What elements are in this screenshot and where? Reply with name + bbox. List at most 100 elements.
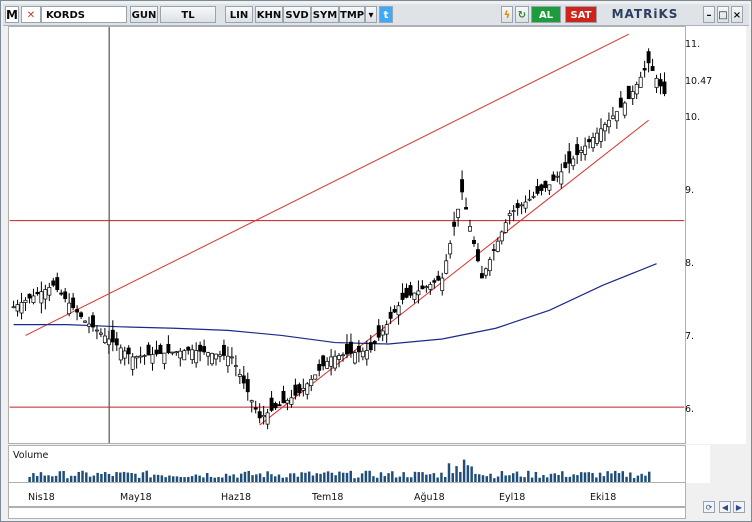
scale-button[interactable]: LIN xyxy=(225,6,253,23)
khn-button[interactable]: KHN xyxy=(255,6,283,23)
candle-body xyxy=(432,280,437,283)
scroll-right-icon[interactable]: ▶ xyxy=(733,501,745,513)
svd-button[interactable]: SVD xyxy=(283,6,311,23)
period-button[interactable]: GUN xyxy=(130,6,158,23)
candle-body xyxy=(102,335,107,343)
candle-body xyxy=(265,412,270,425)
volume-bar xyxy=(568,476,572,482)
close-window-icon[interactable]: × xyxy=(731,6,743,23)
volume-bar xyxy=(88,476,92,482)
candle-body xyxy=(543,180,548,189)
volume-bar xyxy=(134,473,137,482)
candle-body xyxy=(392,308,397,313)
volume-bar xyxy=(375,477,379,482)
volume-bar xyxy=(391,471,394,482)
candle-body xyxy=(345,344,349,355)
refresh-icon[interactable]: ↻ xyxy=(515,6,529,23)
candle-body xyxy=(487,259,492,272)
candle-body xyxy=(225,355,230,367)
volume-bar xyxy=(47,475,50,482)
tmp-button[interactable]: TMP xyxy=(339,6,365,23)
volume-bar xyxy=(485,476,488,482)
x-label-may18: May18 xyxy=(120,492,152,503)
symbol-field[interactable]: KORDS xyxy=(41,6,127,23)
price-chart[interactable] xyxy=(8,26,686,444)
close-symbol-icon[interactable]: ✕ xyxy=(21,6,41,23)
candle-body xyxy=(301,387,306,391)
volume-bar xyxy=(296,476,300,482)
volume-bar xyxy=(349,470,352,482)
volume-bar xyxy=(632,478,636,482)
candle-body xyxy=(499,231,504,242)
candle-body xyxy=(130,356,135,370)
volume-bar xyxy=(100,473,103,482)
candle-body xyxy=(122,350,127,359)
candle-body xyxy=(638,76,643,88)
channel-lower xyxy=(259,119,649,426)
flash-icon[interactable]: ϟ xyxy=(501,6,513,23)
candle-body xyxy=(75,309,80,313)
auto-scroll-icon[interactable]: ⟳ xyxy=(703,501,715,513)
volume-bar xyxy=(126,472,130,482)
volume-bar xyxy=(171,476,175,482)
candle-body xyxy=(281,390,286,404)
candle-body xyxy=(253,407,258,410)
volume-bar xyxy=(194,474,198,482)
candle-body xyxy=(218,354,222,357)
volume-bar xyxy=(417,472,420,482)
maximize-icon[interactable]: □ xyxy=(717,6,729,23)
candle-body xyxy=(273,403,278,409)
volume-bar xyxy=(387,473,390,482)
candle-body xyxy=(515,203,520,209)
volume-bar xyxy=(73,475,77,482)
volume-bar xyxy=(311,475,315,482)
candle-body xyxy=(483,268,488,276)
brand-label: MATRiKS xyxy=(611,7,679,21)
candle-body xyxy=(519,204,524,207)
candle-body xyxy=(206,352,211,357)
volume-bar xyxy=(602,476,606,482)
toolbar: M ✕ KORDS GUN TL LIN KHN SVD SYM TMP ▾ t… xyxy=(3,4,749,26)
candle-body xyxy=(575,144,580,156)
candle-body xyxy=(349,341,353,354)
volume-bar xyxy=(421,472,424,482)
y-tick-6: 6. xyxy=(685,404,695,415)
horizontal-scrollbar[interactable] xyxy=(8,507,686,519)
volume-bar xyxy=(440,472,443,482)
minimize-icon[interactable]: – xyxy=(703,6,715,23)
volume-bar xyxy=(243,471,247,482)
scroll-left-icon[interactable]: ◀ xyxy=(719,501,731,513)
candle-body xyxy=(198,344,203,352)
buy-button[interactable]: AL xyxy=(531,6,561,23)
volume-bar xyxy=(304,472,307,482)
channel-upper xyxy=(25,33,629,336)
volume-bar xyxy=(85,472,88,482)
candle-body xyxy=(31,295,36,303)
candle-body xyxy=(539,184,544,191)
volume-bar xyxy=(647,471,651,482)
sell-button-label[interactable]: SAT xyxy=(565,6,597,23)
candle-body xyxy=(233,365,238,368)
candle-body xyxy=(162,352,167,364)
volume-label: Volume xyxy=(13,450,49,461)
volume-bar xyxy=(406,477,409,482)
twitter-icon[interactable]: t xyxy=(379,6,393,23)
candle-body xyxy=(376,325,381,338)
volume-bar xyxy=(258,473,262,482)
candle-body xyxy=(372,340,377,344)
volume-bar xyxy=(553,473,557,482)
sym-button[interactable]: SYM xyxy=(311,6,339,23)
volume-bar xyxy=(51,476,54,482)
volume-bar xyxy=(115,472,118,482)
volume-bar xyxy=(360,473,364,482)
x-label-eki18: Eki18 xyxy=(590,492,617,503)
candle-body xyxy=(476,249,480,262)
volume-bar xyxy=(187,476,190,482)
candle-body xyxy=(456,208,461,218)
candle-body xyxy=(333,355,338,369)
volume-bar xyxy=(561,471,564,482)
dropdown-arrow-icon[interactable]: ▾ xyxy=(365,6,377,23)
volume-bar xyxy=(224,473,228,482)
currency-button[interactable]: TL xyxy=(160,6,216,23)
volume-chart[interactable] xyxy=(8,445,686,483)
